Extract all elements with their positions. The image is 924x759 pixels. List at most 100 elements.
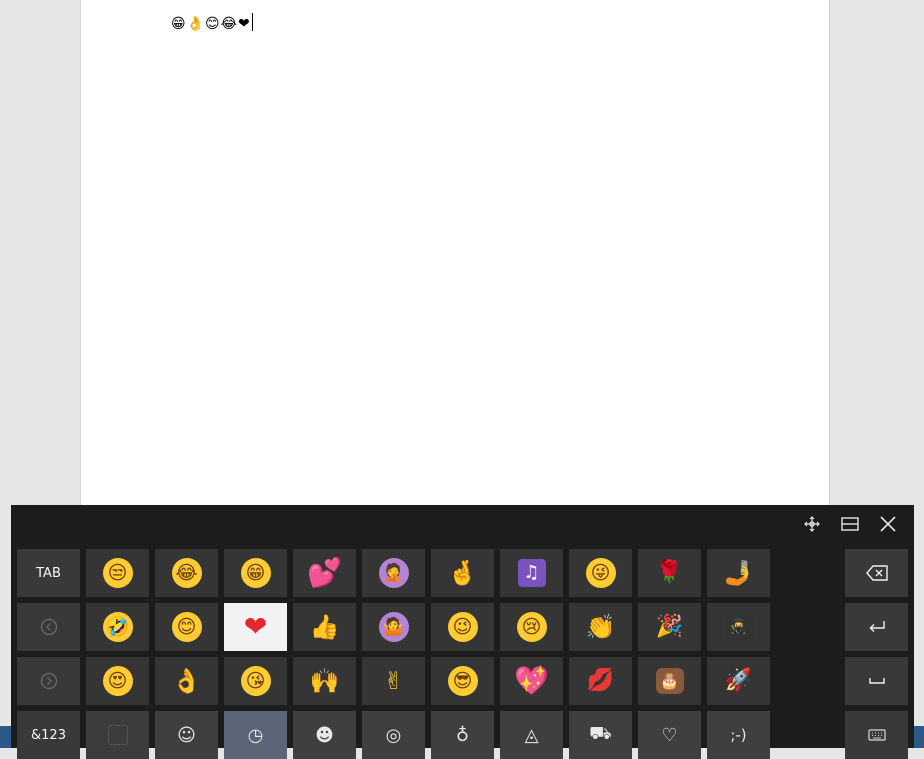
emoji-key-smiling-eyes-face[interactable]: 😊 [155,603,218,651]
category-travel-category[interactable]: ⛟ [569,711,632,759]
document-text[interactable]: 😁👌😊😂❤ [171,13,253,34]
numbers-key-label: &123 [31,727,66,743]
emoji-key-person-facepalming[interactable]: 🤦 [362,549,425,597]
emoji-key-sparkling-heart[interactable]: 💖 [500,657,563,705]
category-person-category[interactable]: ◎ [362,711,425,759]
close-icon[interactable] [875,511,901,537]
person-shrugging-icon: 🤷 [378,612,409,642]
emoji-key-rocket[interactable]: 🚀 [707,657,770,705]
clapping-hands-icon: 👏 [585,613,616,641]
keyboard-icon [867,729,886,741]
travel-category-icon: ⛟ [589,723,612,744]
touch-keyboard: TAB &123 😒 😂 😁 💕 🤦 🤞 ♫ 😜 🌹 🤳 🤣 😊 ❤ 👍 🤷 😉 😢 👏 🎉 🥷 😍 👌 😘 🙌 ✌ 😎 💖 💋 🎂 🚀 … [11,505,914,759]
thumbs-up-icon: 👍 [309,613,340,641]
category-celebration-category[interactable]: ♁ [431,711,494,759]
category-recent-category[interactable]: ◷ [224,711,287,759]
backspace-icon [865,565,888,581]
next-page-key[interactable] [17,657,80,705]
tears-of-joy-face-icon: 😂 [171,558,202,588]
emoji-key-raising-hands[interactable]: 🙌 [293,657,356,705]
category-smiley-category[interactable]: ☺ [155,711,218,759]
emoji-key-two-hearts[interactable]: 💕 [293,549,356,597]
birthday-cake-icon: 🎂 [655,668,684,694]
emoji-key-red-heart[interactable]: ❤ [224,603,287,651]
emoji-key-birthday-cake[interactable]: 🎂 [638,657,701,705]
rose-icon: 🌹 [655,560,684,585]
victory-hand-icon: ✌ [383,667,404,695]
chevron-right-icon [40,672,57,690]
kiss-mark-icon: 💋 [586,668,615,693]
category-people-category[interactable]: ☻ [293,711,356,759]
crossed-fingers-icon: 🤞 [447,559,478,587]
unamused-face-icon: 😒 [102,558,133,588]
emoji-key-victory-hand[interactable]: ✌ [362,657,425,705]
smiling-eyes-face-icon: 😊 [171,612,202,642]
emoji-key-kiss-mark[interactable]: 💋 [569,657,632,705]
selfie-icon: 🤳 [723,559,754,587]
ninja-icon: 🥷 [724,613,753,641]
emoji-key-selfie[interactable]: 🤳 [707,549,770,597]
crying-face-icon: 😢 [516,612,547,642]
keyboard-layout-key[interactable] [845,711,908,759]
people-category-icon: ☻ [315,724,334,746]
category-blank[interactable] [86,711,149,759]
emoji-key-party-popper[interactable]: 🎉 [638,603,701,651]
emoji-key-winking-face[interactable]: 😉 [431,603,494,651]
backspace-key[interactable] [845,549,908,597]
previous-page-key[interactable] [17,603,80,651]
category-food-category[interactable]: ◬ [500,711,563,759]
food-category-icon: ◬ [524,724,539,746]
numbers-key[interactable]: &123 [17,711,80,759]
grinning-face-icon: 😁 [240,558,271,588]
category-emoticon-category[interactable]: ;-) [707,711,770,759]
category-heart-category[interactable]: ♡ [638,711,701,759]
musical-notes-icon: ♫ [517,559,546,587]
emoji-key-ok-hand[interactable]: 👌 [155,657,218,705]
move-icon[interactable] [799,511,825,537]
emoji-key-winking-tongue-face[interactable]: 😜 [569,549,632,597]
text-caret [251,13,253,31]
blank-icon [107,725,128,745]
enter-key[interactable] [845,603,908,651]
enter-icon [869,621,885,632]
emoji-key-crossed-fingers[interactable]: 🤞 [431,549,494,597]
tab-key-label: TAB [36,565,61,581]
smiley-category-icon: ☺ [177,724,196,746]
party-popper-icon: 🎉 [655,614,684,639]
emoji-key-tears-of-joy-face[interactable]: 😂 [155,549,218,597]
emoji-key-sunglasses-face[interactable]: 😎 [431,657,494,705]
emoji-key-rolling-laughing-face[interactable]: 🤣 [86,603,149,651]
emoji-key-clapping-hands[interactable]: 👏 [569,603,632,651]
two-hearts-icon: 💕 [307,556,342,589]
keyboard-title-bar [11,505,914,543]
space-key[interactable] [845,657,908,705]
celebration-category-icon: ♁ [455,724,470,746]
heart-eyes-face-icon: 😍 [102,666,133,696]
emoji-key-thumbs-up[interactable]: 👍 [293,603,356,651]
raising-hands-icon: 🙌 [309,667,340,695]
emoji-key-musical-notes[interactable]: ♫ [500,549,563,597]
chevron-left-icon [40,618,57,636]
kissing-face-icon: 😘 [240,666,271,696]
emoji-key-person-shrugging[interactable]: 🤷 [362,603,425,651]
document-text-content: 😁👌😊😂❤ [171,16,251,32]
winking-face-icon: 😉 [447,612,478,642]
emoji-key-rose[interactable]: 🌹 [638,549,701,597]
tab-key[interactable]: TAB [17,549,80,597]
emoticon-category-icon: ;-) [730,726,747,744]
red-heart-icon: ❤ [243,610,268,643]
emoji-key-crying-face[interactable]: 😢 [500,603,563,651]
emoji-key-kissing-face[interactable]: 😘 [224,657,287,705]
recent-category-icon: ◷ [247,724,264,746]
emoji-key-ninja[interactable]: 🥷 [707,603,770,651]
winking-tongue-face-icon: 😜 [585,558,616,588]
emoji-key-unamused-face[interactable]: 😒 [86,549,149,597]
dock-icon[interactable] [837,511,863,537]
emoji-key-grinning-face[interactable]: 😁 [224,549,287,597]
rocket-icon: 🚀 [724,668,753,693]
emoji-key-heart-eyes-face[interactable]: 😍 [86,657,149,705]
rolling-laughing-face-icon: 🤣 [102,612,133,642]
person-facepalming-icon: 🤦 [378,558,409,588]
ok-hand-icon: 👌 [171,667,202,695]
document-page[interactable]: 😁👌😊😂❤ [80,0,830,520]
